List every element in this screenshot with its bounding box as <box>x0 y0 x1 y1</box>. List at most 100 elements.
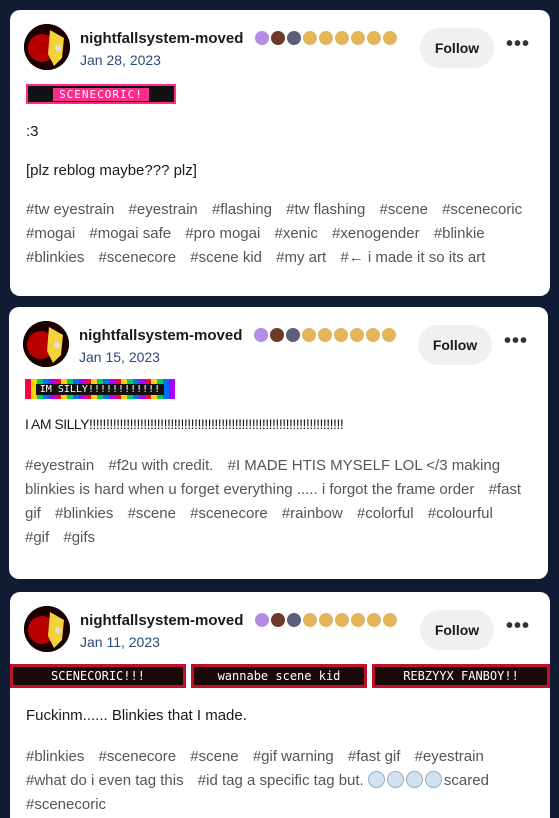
tag-link[interactable]: #my art <box>276 249 326 266</box>
blinkie-image: wannabe scene kid <box>191 664 367 688</box>
tag-text: #id tag a specific tag but. <box>197 772 368 789</box>
blinkie-text: REBZYYX FANBOY!! <box>403 669 519 683</box>
tag-link[interactable]: #blinkies <box>26 249 84 266</box>
tag-link[interactable]: #pro mogai <box>185 225 260 242</box>
blinkie-text: IM SILLY!!!!!!!!!!!! <box>35 383 165 395</box>
blinkie-text: SCENECORIC! <box>53 87 149 101</box>
post-text: [plz reblog maybe??? plz] <box>26 162 197 179</box>
scared-face-icon <box>424 771 442 788</box>
burger-badge-icon <box>302 328 316 342</box>
tag-link[interactable]: #scenecoric <box>442 201 522 218</box>
burger-badge-icon <box>319 31 333 45</box>
username[interactable]: nightfallsystem-moved <box>80 30 243 47</box>
tag-link[interactable]: #gif warning <box>253 748 334 765</box>
post-card: nightfallsystem-moved Jan 15, 2023 Follo… <box>9 307 548 579</box>
blinkie-image: SCENECORIC!!! <box>10 664 186 688</box>
avatar[interactable] <box>24 24 70 70</box>
tag-link[interactable]: #eyestrain <box>415 748 484 765</box>
tag-link[interactable]: #blinkies <box>26 748 84 765</box>
burger-badge-icon <box>351 613 365 627</box>
more-options-icon[interactable]: ••• <box>506 616 529 639</box>
username[interactable]: nightfallsystem-moved <box>80 612 243 629</box>
tag-link[interactable]: #xenogender <box>332 225 420 242</box>
post-card: nightfallsystem-moved Jan 11, 2023 Follo… <box>10 592 550 818</box>
post-date[interactable]: Jan 15, 2023 <box>79 349 160 365</box>
burger-badge-icon <box>367 31 381 45</box>
post-date[interactable]: Jan 28, 2023 <box>80 52 161 68</box>
tag-link[interactable]: #rainbow <box>282 505 343 522</box>
burger-badge-icon <box>318 328 332 342</box>
post-text: I AM SILLY!!!!!!!!!!!!!!!!!!!!!!!!!!!!!!… <box>25 416 344 432</box>
burger-badge-icon <box>335 31 349 45</box>
paw-badge-icon <box>271 31 285 45</box>
burger-badge-icon <box>351 31 365 45</box>
tag-link[interactable]: #blinkie <box>434 225 485 242</box>
badge-row <box>255 612 397 628</box>
tag-link[interactable]: #← i made it so its art <box>340 249 485 266</box>
post-text: Fuckinm...... Blinkies that I made. <box>26 707 247 724</box>
tag-link[interactable]: #flashing <box>212 201 272 218</box>
tag-link[interactable]: #I MADE HTIS MYSELF LOL </3 making blink… <box>25 457 500 498</box>
moon-badge-icon <box>286 328 300 342</box>
tag-link[interactable]: #scenecore <box>190 505 268 522</box>
paw-badge-icon <box>271 613 285 627</box>
brain-badge-icon <box>255 31 269 45</box>
tag-link[interactable]: #colourful <box>428 505 493 522</box>
follow-button[interactable]: Follow <box>420 28 494 68</box>
tag-link[interactable]: #scene <box>380 201 428 218</box>
tag-link[interactable]: #scene <box>128 505 176 522</box>
tag-link[interactable]: #fast gif <box>348 748 401 765</box>
tag-link[interactable]: #scenecore <box>99 748 177 765</box>
scared-face-icon <box>367 771 385 788</box>
blinkie-text: SCENECORIC!!! <box>51 669 145 683</box>
moon-badge-icon <box>287 31 301 45</box>
burger-badge-icon <box>367 613 381 627</box>
tag-link[interactable]: #mogai <box>26 225 75 242</box>
burger-badge-icon <box>366 328 380 342</box>
avatar[interactable] <box>23 321 69 367</box>
tag-link[interactable]: #blinkies <box>55 505 113 522</box>
tag-link[interactable]: #tw flashing <box>286 201 365 218</box>
more-options-icon[interactable]: ••• <box>504 331 527 354</box>
more-options-icon[interactable]: ••• <box>506 34 529 57</box>
scared-face-icon <box>405 771 423 788</box>
tag-link[interactable]: #scene kid <box>190 249 262 266</box>
tag-list: #eyestrain #f2u with credit. #I MADE HTI… <box>25 454 534 550</box>
tag-link[interactable]: #eyestrain <box>129 201 198 218</box>
burger-badge-icon <box>334 328 348 342</box>
badge-row <box>255 30 397 46</box>
post-card: nightfallsystem-moved Jan 28, 2023 Follo… <box>10 10 550 296</box>
tag-link[interactable]: #scene <box>190 748 238 765</box>
post-text: :3 <box>26 123 39 140</box>
moon-badge-icon <box>287 613 301 627</box>
avatar[interactable] <box>24 606 70 652</box>
tag-link[interactable]: #scenecoric <box>26 796 106 813</box>
tag-link[interactable]: #mogai safe <box>89 225 171 242</box>
post-date[interactable]: Jan 11, 2023 <box>80 634 160 650</box>
tag-link[interactable]: #gif <box>25 529 49 546</box>
blinkie-image: IM SILLY!!!!!!!!!!!! <box>25 379 175 399</box>
tag-link[interactable]: #id tag a specific tag but. scared <box>197 771 489 789</box>
tag-link[interactable]: #gifs <box>63 529 95 546</box>
tag-link[interactable]: #tw eyestrain <box>26 201 114 218</box>
tag-link[interactable]: #eyestrain <box>25 457 94 474</box>
tag-link[interactable]: #f2u with credit. <box>108 457 213 474</box>
tag-link[interactable]: #colorful <box>357 505 414 522</box>
blinkie-text: wannabe scene kid <box>217 669 341 683</box>
burger-badge-icon <box>383 613 397 627</box>
badge-row <box>254 327 396 343</box>
tag-link[interactable]: #scenecore <box>99 249 177 266</box>
follow-button[interactable]: Follow <box>420 610 494 650</box>
follow-button[interactable]: Follow <box>418 325 492 365</box>
burger-badge-icon <box>382 328 396 342</box>
burger-badge-icon <box>303 31 317 45</box>
burger-badge-icon <box>303 613 317 627</box>
tag-link[interactable]: #xenic <box>274 225 317 242</box>
tag-text-suffix: scared <box>443 772 489 789</box>
burger-badge-icon <box>335 613 349 627</box>
tag-link[interactable]: #what do i even tag this <box>26 772 184 789</box>
username[interactable]: nightfallsystem-moved <box>79 327 242 344</box>
burger-badge-icon <box>319 613 333 627</box>
blinkie-image: SCENECORIC! <box>26 84 176 104</box>
brain-badge-icon <box>254 328 268 342</box>
